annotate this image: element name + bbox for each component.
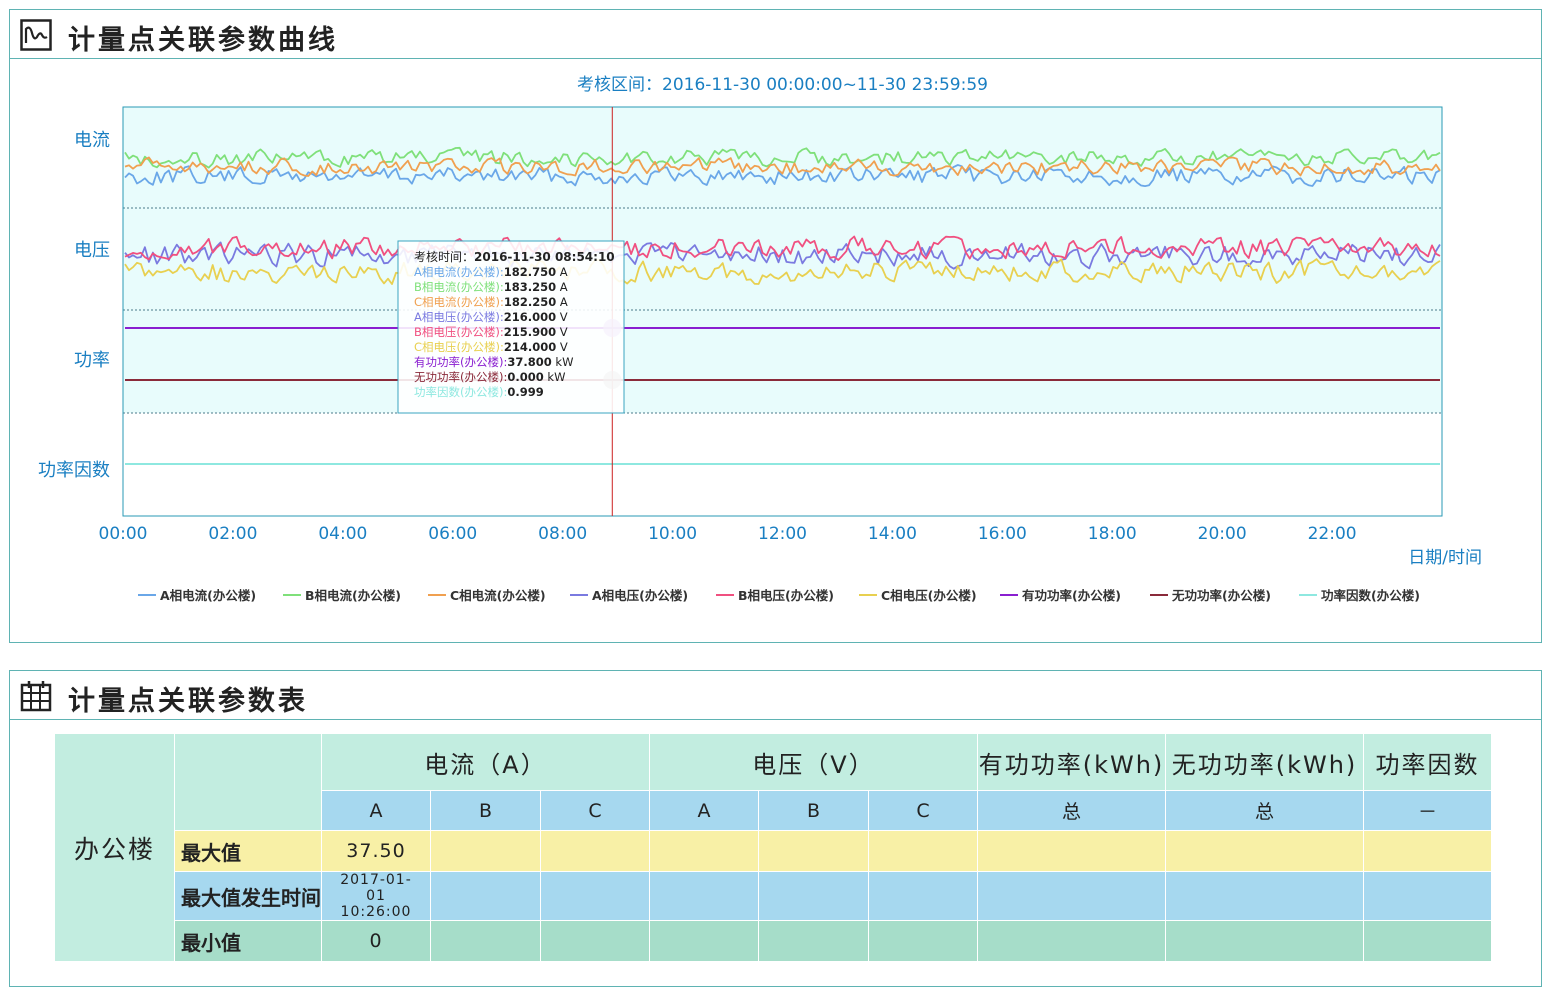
tooltip-row: 有功功率(办公楼):37.800 kW [414, 355, 573, 369]
tooltip-row: A相电压(办公楼):216.000 V [414, 310, 568, 324]
subheader-cell: C [868, 790, 978, 831]
tooltip-time: 考核时间：2016-11-30 08:54:10 [414, 250, 615, 264]
x-tick-label: 12:00 [758, 524, 807, 544]
table-cell [1363, 920, 1492, 962]
legend-label: 有功功率(办公楼) [1022, 588, 1121, 603]
table-cell [1363, 871, 1492, 921]
subheader-cell: A [321, 790, 431, 831]
subheader-cell: C [540, 790, 650, 831]
x-tick-label: 10:00 [648, 524, 697, 544]
chart-panel: 计量点关联参数曲线 考核区间：2016-11-30 00:00:00~11-30… [9, 9, 1542, 643]
legend-label: 功率因数(办公楼) [1321, 588, 1420, 603]
group-header-active-power: 有功功率(kWh) [977, 733, 1166, 791]
x-tick-label: 06:00 [428, 524, 477, 544]
table-row-min: 最小值 0 [55, 920, 1492, 962]
table-cell [758, 871, 869, 921]
x-tick-label: 04:00 [318, 524, 367, 544]
panel-label: 电压 [74, 240, 110, 261]
subheader-cell: － [1363, 790, 1492, 831]
legend-label: 无功功率(办公楼) [1171, 588, 1271, 603]
legend-label: B相电压(办公楼) [738, 588, 834, 603]
x-tick-label: 08:00 [538, 524, 587, 544]
x-tick-label: 20:00 [1198, 524, 1247, 544]
subheader-cell: 总 [977, 790, 1166, 831]
legend-label: C相电流(办公楼) [450, 588, 546, 603]
group-header-reactive-power: 无功功率(kWh) [1165, 733, 1364, 791]
tooltip-row: C相电流(办公楼):182.250 A [414, 295, 568, 309]
table-cell [649, 920, 759, 962]
row-label-min: 最小值 [174, 920, 322, 962]
table-cell [1363, 830, 1492, 872]
row-label-max-time: 最大值发生时间 [174, 871, 322, 921]
subheader-cell: B [430, 790, 541, 831]
tooltip-row: 无功功率(办公楼):0.000 kW [414, 370, 565, 384]
table-panel-header: 计量点关联参数表 [10, 671, 1541, 720]
x-tick-label: 14:00 [868, 524, 917, 544]
tooltip-row: 功率因数(办公楼):0.999 [414, 385, 544, 399]
table-row-max: 最大值 37.50 [54, 830, 1492, 872]
table-cell [1165, 920, 1364, 962]
group-header-power-factor: 功率因数 [1363, 733, 1492, 791]
subheader-cell: 总 [1165, 790, 1364, 831]
params-table: 办公楼 电流（A） 电压（V） 有功功率(kWh) 无功功率(kWh) 功率因数… [54, 733, 1492, 962]
x-axis-label: 日期/时间 [1408, 548, 1482, 568]
tooltip-row: B相电压(办公楼):215.900 V [414, 325, 568, 339]
x-tick-label: 02:00 [208, 524, 257, 544]
max-time-value: 2017-01-01 10:26:00 [340, 872, 412, 920]
table-cell [649, 830, 759, 872]
group-header-voltage: 电压（V） [649, 733, 978, 791]
table-cell [430, 920, 541, 962]
table-panel-title: 计量点关联参数表 [68, 686, 308, 717]
legend-label: B相电流(办公楼) [305, 588, 401, 603]
table-cell [540, 830, 650, 872]
legend-label: C相电压(办公楼) [881, 588, 977, 603]
subheader-cell: B [758, 790, 869, 831]
entity-cell: 办公楼 [54, 733, 175, 962]
table-cell [868, 871, 978, 921]
x-tick-label: 16:00 [978, 524, 1027, 544]
x-tick-label: 00:00 [99, 524, 148, 544]
panel-label: 功率因数 [38, 460, 110, 481]
panel-label: 功率 [74, 350, 110, 371]
row-label-max: 最大值 [174, 830, 322, 872]
legend-label: A相电流(办公楼) [160, 588, 256, 603]
table-cell [868, 920, 978, 962]
subheader-cell: A [649, 790, 759, 831]
table-cell [540, 920, 650, 962]
table-cell [758, 830, 869, 872]
corner-cell [174, 733, 322, 831]
group-header-current: 电流（A） [321, 733, 650, 791]
table-cell: 0 [321, 920, 431, 962]
table-cell [758, 920, 869, 962]
chart-title: 考核区间：2016-11-30 00:00:00~11-30 23:59:59 [577, 75, 988, 95]
table-cell [1165, 871, 1364, 921]
table-cell [868, 830, 978, 872]
calendar-table-icon [20, 681, 52, 712]
tooltip-row: A相电流(办公楼):182.750 A [414, 265, 568, 279]
table-cell [540, 871, 650, 921]
x-tick-label: 18:00 [1088, 524, 1137, 544]
tooltip-row: C相电压(办公楼):214.000 V [414, 340, 568, 354]
table-panel: 计量点关联参数表 办公楼 电流（A） 电压（V） 有功功率(kWh) 无功功率(… [9, 670, 1542, 987]
legend-label: A相电压(办公楼) [592, 588, 688, 603]
table-cell [977, 830, 1166, 872]
chart-area[interactable]: 考核区间：2016-11-30 00:00:00~11-30 23:59:59 电… [10, 10, 1541, 642]
table-cell: 37.50 [321, 830, 431, 872]
panel-label: 电流 [74, 130, 110, 151]
x-tick-label: 22:00 [1308, 524, 1357, 544]
table-cell [430, 871, 541, 921]
table-cell [977, 871, 1166, 921]
tooltip-row: B相电流(办公楼):183.250 A [414, 280, 568, 294]
table-cell: 2017-01-01 10:26:00 [321, 871, 431, 921]
table-row-max-time: 最大值发生时间 2017-01-01 10:26:00 [55, 871, 1492, 921]
table-cell [977, 920, 1166, 962]
table-cell [430, 830, 541, 872]
table-cell [1165, 830, 1364, 872]
table-cell [649, 871, 759, 921]
